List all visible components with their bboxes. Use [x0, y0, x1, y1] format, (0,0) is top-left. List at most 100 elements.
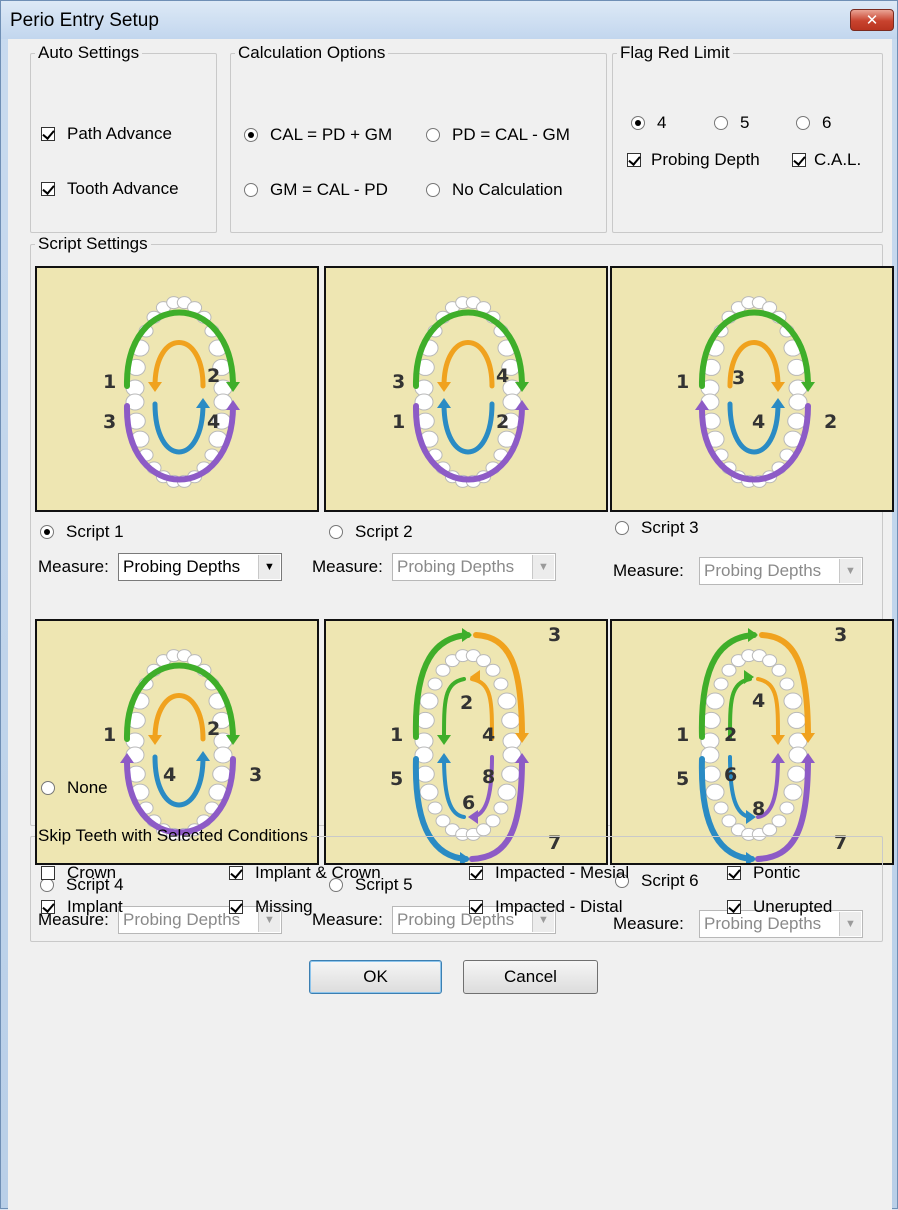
path-label: 3: [103, 411, 116, 433]
green-inner-arrow-head: [437, 735, 451, 745]
blue-arrow-head: [196, 751, 210, 761]
calc-option-none[interactable]: No Calculation: [426, 180, 563, 200]
path-label: 5: [390, 768, 403, 790]
calculation-options-legend: Calculation Options: [238, 43, 386, 62]
path-label: 3: [548, 624, 561, 646]
chevron-down-icon[interactable]: ▼: [532, 555, 554, 579]
calc-option-gm[interactable]: GM = CAL - PD: [244, 180, 388, 200]
path-advance-checkbox[interactable]: Path Advance: [41, 124, 172, 144]
skip-unerupted-label: Unerupted: [753, 897, 833, 916]
path-label: 4: [496, 365, 509, 387]
script-3-radio[interactable]: [615, 521, 629, 535]
flag-limit-4-radio[interactable]: [631, 116, 645, 130]
skip-missing-checkbox[interactable]: Missing: [229, 897, 313, 917]
path-label: 1: [676, 724, 689, 746]
calc-option-pd[interactable]: PD = CAL - GM: [426, 125, 570, 145]
skip-crown-checkbox[interactable]: Crown: [41, 863, 116, 883]
skip-impacted-distal-box[interactable]: [469, 900, 483, 914]
path-label: 8: [482, 766, 495, 788]
script-2-measure-dropdown[interactable]: Probing Depths ▼: [392, 553, 556, 581]
chevron-down-icon[interactable]: ▼: [839, 559, 861, 583]
close-button[interactable]: ✕: [850, 9, 894, 31]
script-1-measure-dropdown[interactable]: Probing Depths ▼: [118, 553, 282, 581]
skip-teeth-group: Skip Teeth with Selected Conditions: [30, 826, 883, 942]
script-1-option[interactable]: Script 1: [40, 522, 124, 542]
tooth-advance-box[interactable]: [41, 182, 55, 196]
inner-upper-arrow: [152, 340, 206, 389]
dental-arch-diagram: 3 4 1 2: [392, 296, 529, 488]
cal-box[interactable]: [792, 153, 806, 167]
skip-impacted-distal-label: Impacted - Distal: [495, 897, 623, 916]
flag-red-limit-legend: Flag Red Limit: [620, 43, 730, 62]
probing-depth-label: Probing Depth: [651, 150, 760, 169]
script-none-label: None: [67, 778, 108, 797]
green-inner-arrow-head: [744, 670, 754, 684]
auto-settings-legend: Auto Settings: [38, 43, 140, 62]
skip-pontic-checkbox[interactable]: Pontic: [727, 863, 800, 883]
calc-cal-label: CAL = PD + GM: [270, 125, 393, 144]
flag-limit-6-radio[interactable]: [796, 116, 810, 130]
script-2-radio[interactable]: [329, 525, 343, 539]
skip-unerupted-box[interactable]: [727, 900, 741, 914]
calc-none-radio[interactable]: [426, 183, 440, 197]
calc-pd-label: PD = CAL - GM: [452, 125, 570, 144]
path-label: 1: [103, 724, 116, 746]
skip-impacted-mesial-checkbox[interactable]: Impacted - Mesial: [469, 863, 629, 883]
calc-option-cal[interactable]: CAL = PD + GM: [244, 125, 392, 145]
orange-inner-arrow-head: [771, 735, 785, 745]
green-arrow-head: [462, 628, 472, 642]
skip-missing-box[interactable]: [229, 900, 243, 914]
inner-upper-arrow: [152, 693, 206, 742]
blue-inner-arrow-head: [437, 753, 451, 763]
flag-limit-6[interactable]: 6: [796, 113, 831, 133]
cancel-button-label: Cancel: [504, 967, 557, 986]
tooth-advance-checkbox[interactable]: Tooth Advance: [41, 179, 179, 199]
calc-gm-radio[interactable]: [244, 183, 258, 197]
probing-depth-box[interactable]: [627, 153, 641, 167]
skip-implant-crown-checkbox[interactable]: Implant & Crown: [229, 863, 381, 883]
blue-arrow-head: [771, 398, 785, 408]
skip-impacted-distal-checkbox[interactable]: Impacted - Distal: [469, 897, 623, 917]
probing-depth-checkbox[interactable]: Probing Depth: [627, 150, 760, 170]
skip-unerupted-checkbox[interactable]: Unerupted: [727, 897, 832, 917]
script-3-measure-dropdown[interactable]: Probing Depths ▼: [699, 557, 863, 585]
lower-teeth: [125, 393, 233, 488]
path-advance-box[interactable]: [41, 127, 55, 141]
path-label: 5: [676, 768, 689, 790]
flag-limit-5[interactable]: 5: [714, 113, 749, 133]
path-label: 4: [207, 411, 220, 433]
ok-button[interactable]: OK: [309, 960, 442, 994]
path-label: 2: [207, 365, 220, 387]
skip-pontic-box[interactable]: [727, 866, 741, 880]
script-1-diagram[interactable]: 1 2 3 4: [35, 266, 319, 512]
skip-crown-box[interactable]: [41, 866, 55, 880]
calc-pd-radio[interactable]: [426, 128, 440, 142]
skip-implant-checkbox[interactable]: Implant: [41, 897, 123, 917]
cal-checkbox[interactable]: C.A.L.: [792, 150, 861, 170]
script-2-diagram[interactable]: 3 4 1 2: [324, 266, 608, 512]
script-none-option[interactable]: None: [41, 778, 108, 798]
orange-arrow-head: [771, 382, 785, 392]
skip-implant-box[interactable]: [41, 900, 55, 914]
script-2-option[interactable]: Script 2: [329, 522, 413, 542]
calc-cal-radio[interactable]: [244, 128, 258, 142]
skip-implant-crown-box[interactable]: [229, 866, 243, 880]
script-1-radio[interactable]: [40, 525, 54, 539]
flag-limit-6-label: 6: [822, 113, 832, 132]
flag-limit-4[interactable]: 4: [631, 113, 666, 133]
skip-impacted-mesial-box[interactable]: [469, 866, 483, 880]
orange-arrow-head: [148, 382, 162, 392]
path-label: 1: [390, 724, 403, 746]
script-3-option[interactable]: Script 3: [615, 518, 699, 538]
flag-limit-5-radio[interactable]: [714, 116, 728, 130]
script-3-measure-label: Measure:: [613, 561, 684, 580]
lower-left-inner-arrow: [442, 755, 466, 819]
tooth-advance-label: Tooth Advance: [67, 179, 179, 198]
cancel-button[interactable]: Cancel: [463, 960, 598, 994]
lower-teeth: [700, 393, 808, 488]
chevron-down-icon[interactable]: ▼: [258, 555, 280, 579]
calc-none-label: No Calculation: [452, 180, 563, 199]
script-3-diagram[interactable]: 1 34 2: [610, 266, 894, 512]
script-none-radio[interactable]: [41, 781, 55, 795]
skip-pontic-label: Pontic: [753, 863, 801, 882]
